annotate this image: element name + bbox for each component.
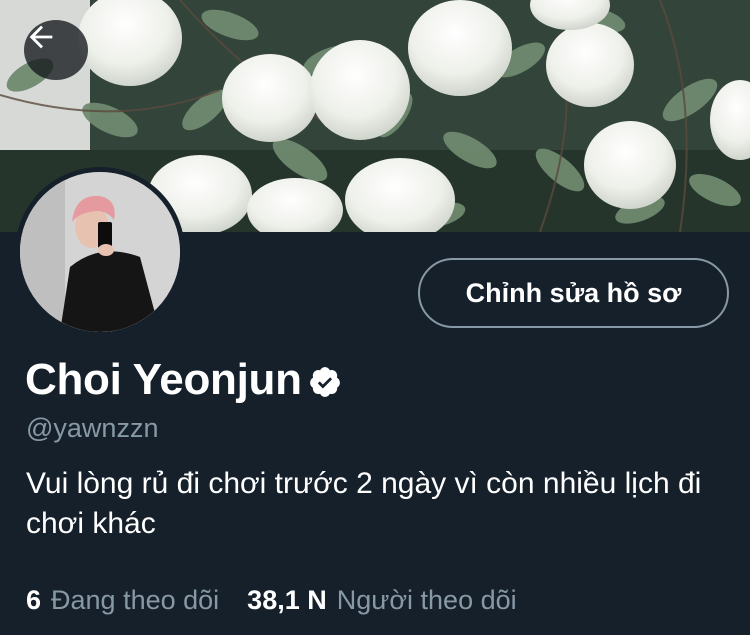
back-button[interactable] — [24, 20, 88, 80]
followers-count: 38,1 N — [247, 584, 327, 615]
followers-label: Người theo dõi — [336, 584, 517, 615]
verified-badge-icon — [309, 367, 340, 397]
profile-bio: Vui lòng rủ đi chơi trước 2 ngày vì còn … — [26, 467, 702, 540]
following-label: Đang theo dõi — [51, 584, 220, 615]
avatar-image — [20, 172, 180, 332]
profile-name-row: Choi Yeonjun — [25, 352, 342, 408]
arrow-left-icon — [29, 25, 53, 49]
following-count: 6 — [26, 584, 42, 615]
following-stat[interactable]: 6 Đang theo dõi — [26, 585, 219, 616]
profile-avatar[interactable] — [15, 167, 185, 337]
display-name: Choi Yeonjun — [25, 355, 302, 404]
profile-handle: @yawnzzn — [26, 413, 159, 443]
edit-profile-button[interactable]: Chỉnh sửa hồ sơ — [418, 258, 729, 328]
profile-stats: 6 Đang theo dõi 38,1 N Người theo dõi — [26, 580, 517, 620]
followers-stat[interactable]: 38,1 N Người theo dõi — [247, 585, 516, 616]
